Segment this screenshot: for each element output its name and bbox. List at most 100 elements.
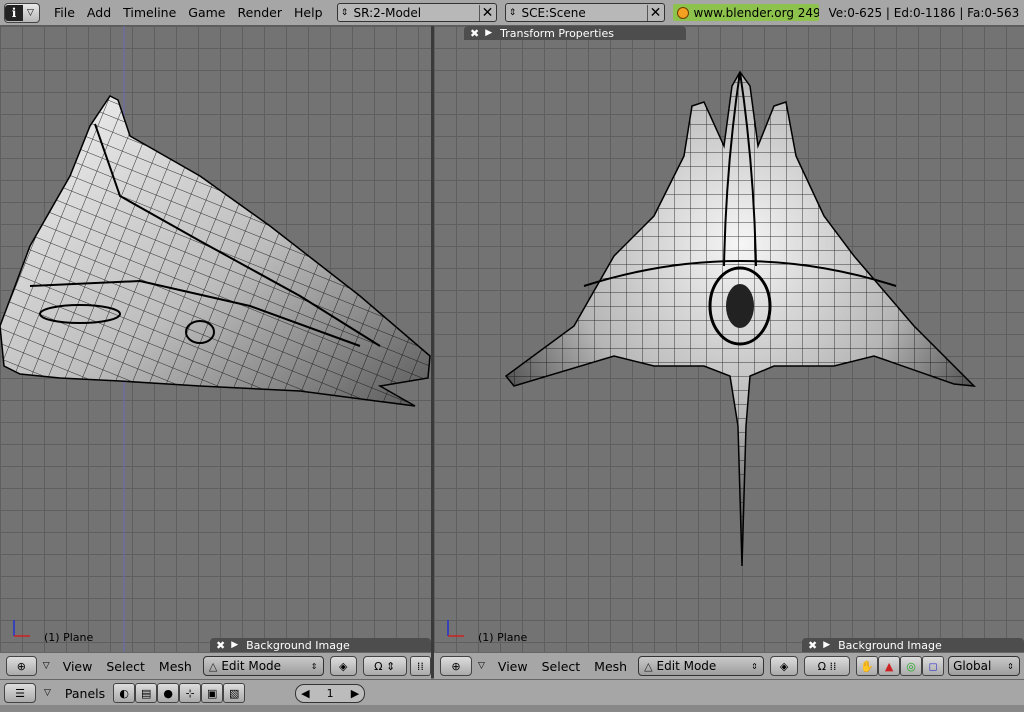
manipulator-hand-button[interactable]: ✋ (856, 656, 879, 676)
menu-mesh[interactable]: Mesh (587, 659, 634, 674)
editor-type-button[interactable]: ⊕ (6, 656, 37, 676)
hand-icon: ✋ (860, 659, 874, 673)
edit-mode-icon: △ (208, 659, 218, 673)
pivot-button[interactable]: Ω ⇕ (362, 656, 407, 676)
updown-arrows-icon: ⇕ (751, 661, 758, 671)
right-3d-viewport[interactable]: (1) Plane (434, 26, 1024, 652)
close-icon[interactable]: ✖ (470, 27, 479, 40)
editing-context-button[interactable]: ▣ (201, 683, 224, 703)
chevron-down-icon: ▽ (27, 7, 34, 18)
right-arrow-icon[interactable]: ▶ (351, 687, 359, 700)
updown-arrows-icon: ⇕ (1007, 661, 1014, 671)
script-context-button[interactable]: ▤ (135, 683, 158, 703)
delete-scene-icon[interactable]: ✕ (646, 4, 664, 21)
left-arrow-icon[interactable]: ◀ (301, 687, 309, 700)
shading-context-button[interactable]: ● (157, 683, 180, 703)
screen-selector[interactable]: ⇕ SR:2-Model ✕ (336, 3, 497, 22)
buttons-window-icon: ☰ (15, 686, 25, 700)
sphere-icon: ● (163, 686, 173, 700)
menu-select[interactable]: Select (535, 659, 588, 674)
transform-properties-panel[interactable]: ✖ ▶ Transform Properties (464, 26, 686, 40)
background-image-panel-left[interactable]: ✖ ▶ Background Image (210, 638, 431, 652)
expand-triangle-icon[interactable]: ▶ (823, 640, 830, 650)
main-menu: File Add Timeline Game Render Help (48, 5, 329, 20)
menu-file[interactable]: File (48, 5, 81, 20)
panel-title: Background Image (246, 638, 350, 652)
expand-triangle-icon[interactable]: ▶ (485, 28, 492, 38)
chevron-down-icon[interactable]: ▽ (478, 661, 485, 671)
object-context-button[interactable]: ⊹ (179, 683, 202, 703)
page-number-field[interactable]: ◀ 1 ▶ (295, 683, 366, 703)
pivot-button[interactable]: Ω ⁞⁞ (804, 656, 851, 676)
left-mesh-wireframe (0, 26, 431, 652)
right-mesh-wireframe (504, 70, 977, 567)
delete-screen-icon[interactable]: ✕ (478, 4, 496, 21)
axis-gizmo-icon (13, 620, 30, 637)
blender-logo-icon (676, 6, 689, 19)
pivot-icon: Ω ⁞⁞ (817, 659, 837, 673)
close-icon[interactable]: ✖ (216, 639, 225, 652)
editor-type-button[interactable]: ⊕ (440, 656, 472, 676)
orientation-selector[interactable]: Global ⇕ (948, 656, 1021, 676)
buttons-window-content (0, 705, 1024, 712)
editor-type-button[interactable]: ☰ (4, 683, 36, 703)
rotate-manipulator-button[interactable]: ◎ (900, 656, 923, 676)
close-icon[interactable]: ✖ (808, 639, 817, 652)
info-icon: i (5, 4, 23, 21)
scale-manipulator-button[interactable]: ◻ (922, 656, 945, 676)
object-label: (1) Plane (44, 631, 94, 644)
right-viewport-header: ⊕ ▽ View Select Mesh △ Edit Mode ⇕ ◈ Ω ⁞… (434, 652, 1024, 679)
screen-name[interactable]: SR:2-Model (352, 6, 479, 20)
menu-mesh[interactable]: Mesh (152, 659, 199, 674)
panels-menu[interactable]: Panels (65, 686, 105, 701)
mode-selector[interactable]: △ Edit Mode ⇕ (202, 656, 324, 676)
menu-game[interactable]: Game (182, 5, 231, 20)
shading-icon: ◈ (338, 659, 348, 673)
blender-url[interactable]: www.blender.org 249.2 (672, 4, 819, 21)
grid-icon: ⁞⁞ (416, 659, 424, 673)
scene-selector[interactable]: ⇕ SCE:Scene ✕ (504, 3, 665, 22)
circle-icon: ◎ (906, 659, 916, 673)
menu-timeline[interactable]: Timeline (117, 5, 182, 20)
menu-render[interactable]: Render (232, 5, 289, 20)
scene-stats: Ve:0-625 | Ed:0-1186 | Fa:0-563 (828, 5, 1020, 20)
menu-view[interactable]: View (56, 659, 100, 674)
object-icon: ⊹ (185, 686, 195, 700)
layer-grid-button[interactable]: ⁞⁞ (409, 656, 431, 676)
mode-label: Edit Mode (221, 659, 282, 673)
square-icon: ◻ (928, 659, 938, 673)
translate-manipulator-button[interactable]: ▲ (878, 656, 901, 676)
background-image-panel-right[interactable]: ✖ ▶ Background Image (802, 638, 1024, 652)
draw-type-button[interactable]: ◈ (770, 656, 799, 676)
left-viewport-header: ⊕ ▽ View Select Mesh △ Edit Mode ⇕ ◈ Ω ⇕… (0, 652, 431, 679)
shading-icon: ◈ (779, 659, 789, 673)
mode-label: Edit Mode (656, 659, 717, 673)
panel-title: Transform Properties (500, 26, 614, 40)
render-icon: ▧ (228, 686, 240, 700)
page-number: 1 (326, 686, 334, 700)
info-window-button[interactable]: i ▽ (4, 2, 40, 23)
menu-add[interactable]: Add (81, 5, 117, 20)
scene-name[interactable]: SCE:Scene (520, 6, 647, 20)
menu-help[interactable]: Help (288, 5, 329, 20)
left-3d-viewport[interactable]: (1) Plane (0, 26, 431, 652)
draw-type-button[interactable]: ◈ (329, 656, 357, 676)
expand-triangle-icon[interactable]: ▶ (231, 640, 238, 650)
orientation-label: Global (953, 659, 992, 673)
edit-mode-icon: △ (644, 659, 653, 673)
menu-view[interactable]: View (491, 659, 535, 674)
updown-arrows-icon: ⇕ (310, 661, 318, 671)
panel-title: Background Image (838, 638, 942, 652)
pivot-icon: Ω ⇕ (374, 659, 396, 673)
viewport-menu: View Select Mesh (491, 659, 634, 674)
chevron-down-icon[interactable]: ▽ (43, 661, 50, 671)
script-icon: ▤ (140, 686, 152, 700)
3d-view-icon: ⊕ (451, 659, 461, 673)
menu-select[interactable]: Select (99, 659, 152, 674)
triangle-icon: ▲ (884, 659, 894, 673)
axis-gizmo-icon (447, 620, 464, 637)
logic-context-button[interactable]: ◐ (113, 683, 136, 703)
chevron-down-icon[interactable]: ▽ (44, 688, 51, 698)
mode-selector[interactable]: △ Edit Mode ⇕ (638, 656, 765, 676)
scene-context-button[interactable]: ▧ (223, 683, 246, 703)
